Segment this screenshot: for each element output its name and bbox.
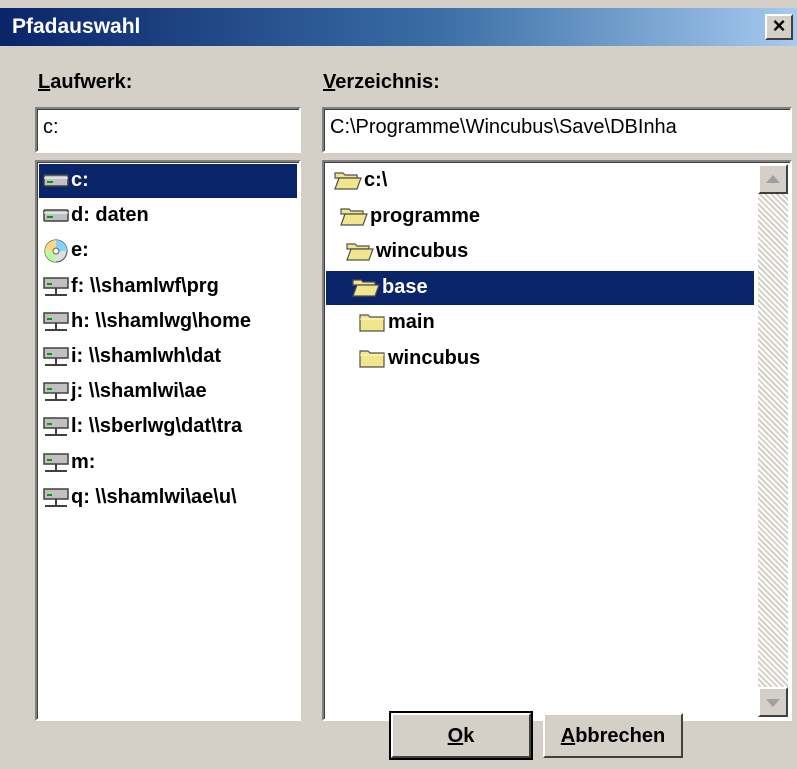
network-drive-icon xyxy=(43,486,69,515)
drive-list-item[interactable]: j: \\shamlwi\ae xyxy=(39,375,297,409)
drive-item-label: q: \\shamlwi\ae\u\ xyxy=(71,485,237,508)
drive-item-label: j: \\shamlwi\ae xyxy=(71,380,207,403)
closed-folder-icon xyxy=(358,347,386,375)
directory-item-label: main xyxy=(388,311,435,333)
closed-folder-icon xyxy=(358,311,386,339)
directory-item-label: base xyxy=(382,275,428,298)
hard-drive-icon xyxy=(43,204,69,232)
drive-list-item[interactable]: h: \\shamlwg\home xyxy=(39,305,297,339)
cd-drive-icon xyxy=(43,239,69,268)
scroll-up-button[interactable] xyxy=(758,164,788,194)
drive-list[interactable]: c: d: daten e: f: \\shamlwf\prg h: \\shamlwg… xyxy=(35,160,301,721)
drive-item-label: l: \\sberlwg\dat\tra xyxy=(71,415,243,438)
directory-item-label: wincubus xyxy=(376,240,469,262)
drive-label: Laufwerk: xyxy=(38,71,133,93)
directory-scrollbar[interactable] xyxy=(758,164,788,717)
drive-list-item[interactable]: f: \\shamlwf\prg xyxy=(39,270,297,304)
drive-item-label: h: \\shamlwg\home xyxy=(71,309,252,332)
directory-input-value: C:\Programme\Wincubus\Save\DBInha xyxy=(330,116,677,138)
close-icon: × xyxy=(772,13,786,38)
network-drive-icon xyxy=(43,275,69,304)
open-folder-icon xyxy=(346,240,374,268)
drive-list-item[interactable]: c: xyxy=(39,164,297,198)
hard-drive-icon xyxy=(43,169,69,197)
drive-input[interactable]: c: xyxy=(35,107,301,153)
dialog-title: Pfadauswahl xyxy=(12,15,141,38)
directory-tree-item[interactable]: wincubus xyxy=(358,342,724,376)
drive-list-item[interactable]: e: xyxy=(39,234,297,268)
title-bar[interactable]: Pfadauswahl × xyxy=(0,8,797,46)
directory-item-label: programme xyxy=(370,204,481,227)
open-folder-icon xyxy=(352,276,380,304)
directory-tree-item[interactable]: programme xyxy=(340,200,724,234)
directory-tree-item[interactable]: c:\ xyxy=(334,164,724,198)
drive-item-label: d: daten xyxy=(71,204,149,227)
network-drive-icon xyxy=(43,380,69,409)
network-drive-icon xyxy=(43,415,69,444)
directory-tree-item[interactable]: main xyxy=(358,306,724,340)
directory-label: Verzeichnis: xyxy=(323,71,440,93)
drive-list-item[interactable]: i: \\shamlwh\dat xyxy=(39,340,297,374)
drive-item-label: f: \\shamlwf\prg xyxy=(71,274,219,297)
path-selection-dialog: Pfadauswahl × Laufwerk: c: c: d: daten e: f… xyxy=(0,0,797,769)
arrow-up-icon xyxy=(766,175,780,183)
directory-tree-item[interactable]: wincubus xyxy=(346,235,724,269)
close-button[interactable]: × xyxy=(765,14,793,40)
drive-list-item[interactable]: m: xyxy=(39,446,297,480)
drive-item-label: c: xyxy=(71,169,89,191)
open-folder-icon xyxy=(334,169,362,197)
drive-list-item[interactable]: q: \\shamlwi\ae\u\ xyxy=(39,481,297,515)
directory-item-label: c:\ xyxy=(364,169,388,191)
drive-item-label: e: xyxy=(71,239,89,262)
directory-tree-item[interactable]: base xyxy=(326,270,754,305)
scroll-down-button[interactable] xyxy=(758,687,788,717)
network-drive-icon xyxy=(43,345,69,374)
drive-item-label: m: xyxy=(71,450,96,473)
directory-input[interactable]: C:\Programme\Wincubus\Save\DBInha xyxy=(322,107,792,153)
cancel-button[interactable]: Abbrechen xyxy=(543,713,683,758)
arrow-down-icon xyxy=(766,699,780,707)
directory-item-label: wincubus xyxy=(388,346,481,369)
drive-list-item[interactable]: d: daten xyxy=(39,199,297,233)
network-drive-icon xyxy=(43,310,69,339)
drive-item-label: i: \\shamlwh\dat xyxy=(71,345,222,367)
network-drive-icon xyxy=(43,451,69,480)
drive-input-value: c: xyxy=(43,116,59,138)
ok-button[interactable]: Ok xyxy=(389,711,533,760)
directory-tree[interactable]: c:\ programme wincubus base main wincubus xyxy=(322,160,792,721)
open-folder-icon xyxy=(340,205,368,233)
drive-list-item[interactable]: l: \\sberlwg\dat\tra xyxy=(39,410,297,444)
